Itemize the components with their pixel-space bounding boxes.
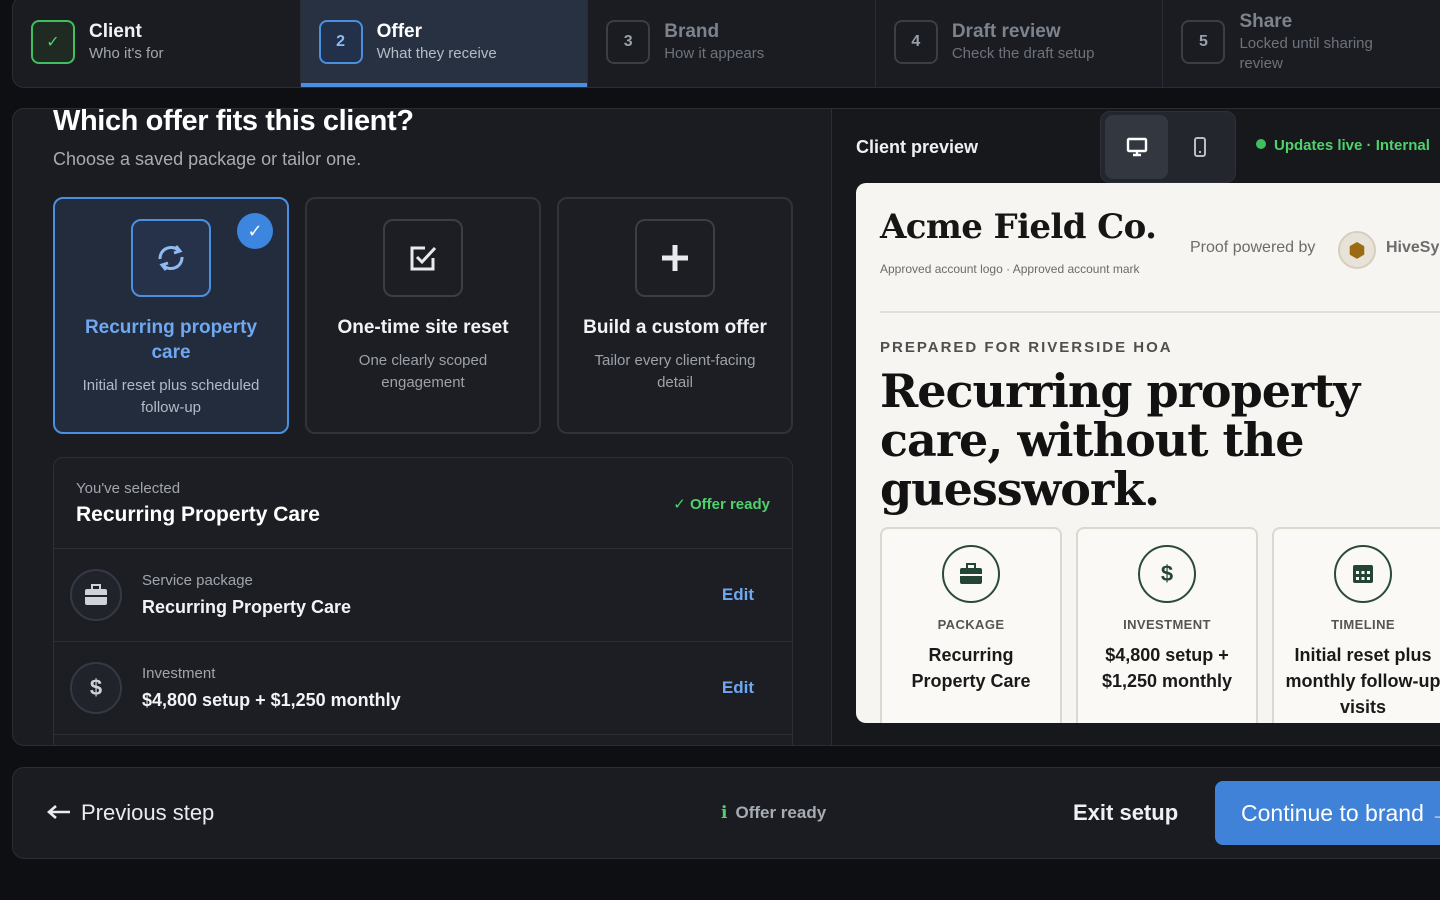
device-toggle [1100, 111, 1236, 183]
step-offer[interactable]: 2 Offer What they receive [300, 0, 589, 87]
footer-bar: Previous step ℹ︎ Offer ready Exit setup C… [12, 767, 1440, 859]
tile-package: PACKAGE Recurring Property Care [880, 527, 1062, 723]
preview-document: Acme Field Co. Approved account logo · A… [856, 183, 1440, 723]
summary-row-package: Service package Recurring Property Care … [54, 549, 792, 642]
card-title: Build a custom offer [583, 317, 767, 338]
selection-summary: You've selected Recurring Property Care … [53, 457, 793, 745]
step-number: 2 [318, 20, 363, 64]
check-icon: ✓ [31, 20, 75, 64]
plus-icon [635, 219, 715, 297]
briefcase-icon [70, 569, 122, 621]
card-title: Recurring property care [84, 317, 258, 363]
offer-card-custom[interactable]: Build a custom offer Tailor every client… [557, 197, 793, 434]
tile-value: $4,800 setup + $1,250 monthly [1101, 645, 1233, 691]
sparkle-icon: ℹ︎ [721, 803, 728, 822]
step-title: Draft review [951, 21, 1061, 42]
tile-value: Initial reset plus monthly follow-up vis… [1285, 645, 1440, 717]
offer-card-one-time[interactable]: One-time site reset One clearly scoped e… [305, 197, 541, 434]
tile-value: Recurring Property Care [911, 645, 1031, 691]
mobile-view-button[interactable] [1168, 115, 1231, 179]
live-status: Updates live · Internal [1256, 137, 1430, 154]
desktop-view-button[interactable] [1105, 115, 1168, 179]
step-title: Brand [664, 21, 720, 42]
check-icon: ✓ [673, 496, 690, 513]
briefcase-icon [942, 545, 1000, 603]
exit-setup-button[interactable]: Exit setup [1073, 800, 1178, 826]
selected-check-icon: ✓ [237, 213, 273, 249]
preview-headline: Recurring property care, without the gue… [880, 364, 1360, 516]
monitor-icon [1126, 137, 1147, 157]
step-subtitle: How it appears [664, 45, 765, 62]
checkbox-icon [383, 219, 463, 297]
step-draft-review[interactable]: 4 Draft review Check the draft setup [876, 0, 1164, 87]
row-label: Service package [142, 572, 253, 589]
prepared-for-label: PREPARED FOR RIVERSIDE HOA [880, 339, 1173, 356]
tile-investment: $ INVESTMENT $4,800 setup + $1,250 month… [1076, 527, 1258, 723]
step-client[interactable]: ✓ Client Who it's for [13, 0, 301, 87]
card-description: Initial reset plus scheduled follow-up [82, 377, 260, 416]
tile-label: INVESTMENT [1123, 617, 1211, 632]
step-subtitle: Locked until sharing review [1239, 35, 1373, 72]
dollar-icon: $ [1138, 545, 1196, 603]
card-description: One clearly scoped engagement [358, 352, 488, 391]
row-label: Investment [142, 665, 216, 682]
step-number: 4 [893, 20, 938, 64]
arrow-left-icon [47, 800, 71, 826]
step-subtitle: Check the draft setup [951, 45, 1095, 62]
step-number: 5 [1181, 20, 1226, 64]
brand-name: Acme Field Co. [880, 207, 1157, 247]
step-title: Client [89, 21, 142, 42]
page-subtitle: Choose a saved package or tailor one. [53, 149, 362, 169]
card-description: Tailor every client-facing detail [594, 352, 756, 391]
live-dot-icon [1256, 139, 1266, 150]
phone-icon [1193, 137, 1206, 157]
continue-to-brand-button[interactable]: Continue to brand → [1215, 781, 1440, 845]
step-subtitle: Who it's for [89, 45, 164, 62]
step-share: 5 Share Locked until sharing review [1163, 0, 1440, 87]
summary-label: You've selected [76, 480, 181, 497]
offer-section[interactable]: Which offer fits this client? Choose a s… [13, 109, 831, 745]
hive-logo-icon: ⬢ [1338, 231, 1376, 269]
dollar-icon: $ [70, 662, 122, 714]
detail-tiles: PACKAGE Recurring Property Care $ INVEST… [880, 527, 1440, 723]
row-value: $4,800 setup + $1,250 monthly [142, 690, 401, 710]
tile-label: TIMELINE [1331, 617, 1395, 632]
divider [880, 311, 1440, 313]
offer-card-recurring[interactable]: ✓ Recurring property care Initial reset … [53, 197, 289, 434]
page-title: Which offer fits this client? [53, 109, 414, 137]
tile-label: PACKAGE [937, 617, 1005, 632]
footer-status: ℹ︎ Offer ready [721, 803, 827, 822]
card-title: One-time site reset [337, 317, 509, 338]
row-value: Recurring Property Care [142, 597, 352, 617]
edit-package-link[interactable]: Edit [722, 585, 754, 605]
summary-row-investment: $ Investment $4,800 setup + $1,250 month… [54, 642, 792, 735]
offer-ready-status: ✓ Offer ready [673, 496, 770, 513]
edit-investment-link[interactable]: Edit [722, 678, 754, 698]
preview-title: Client preview [856, 137, 979, 157]
main-panel: Which offer fits this client? Choose a s… [12, 108, 1440, 746]
powered-by-name: HiveSy [1386, 239, 1440, 256]
step-title: Share [1239, 11, 1293, 32]
calendar-icon [1334, 545, 1392, 603]
brand-subtext: Approved account logo · Approved account… [880, 262, 1140, 276]
step-title: Offer [376, 21, 423, 42]
powered-by-label: Proof powered by [1190, 239, 1316, 256]
recurring-icon [131, 219, 211, 297]
step-number: 3 [606, 20, 651, 64]
client-preview-panel: Client preview Updates live · Internal A… [831, 109, 1440, 745]
step-subtitle: What they receive [376, 45, 497, 62]
summary-title: Recurring Property Care [76, 503, 320, 526]
step-brand[interactable]: 3 Brand How it appears [588, 0, 876, 87]
setup-stepper: ✓ Client Who it's for 2 Offer What they … [12, 0, 1440, 88]
previous-step-button[interactable]: Previous step [47, 800, 214, 826]
tile-timeline: TIMELINE Initial reset plus monthly foll… [1272, 527, 1440, 723]
